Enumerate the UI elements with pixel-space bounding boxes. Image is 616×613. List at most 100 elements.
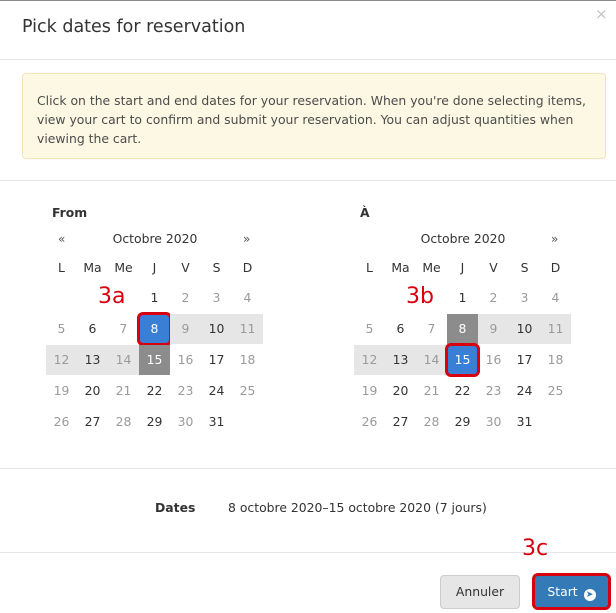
dates-value: 8 octobre 2020–15 octobre 2020 (7 jours) <box>228 500 487 515</box>
start-button[interactable]: Start ➤ <box>532 573 611 610</box>
weekday-header: L <box>366 260 373 275</box>
calendar-bottom-divider <box>0 468 616 469</box>
calendar-day[interactable]: 29 <box>447 407 478 437</box>
calendar-day[interactable]: 25 <box>540 376 571 406</box>
calendar-day[interactable]: 6 <box>385 314 416 344</box>
calendar-day[interactable]: 25 <box>232 376 263 406</box>
weekday-header: Me <box>422 260 441 275</box>
calendar-day[interactable]: 14 <box>416 345 447 375</box>
weekday-header: V <box>181 260 190 275</box>
calendar-day[interactable]: 5 <box>46 314 77 344</box>
next-month-icon[interactable]: » <box>243 232 250 246</box>
calendar-day[interactable]: 28 <box>108 407 139 437</box>
calendar-day[interactable]: 7 <box>416 314 447 344</box>
calendar-day[interactable]: 27 <box>385 407 416 437</box>
calendar-day[interactable]: 6 <box>77 314 108 344</box>
weekday-header: Me <box>114 260 133 275</box>
calendar-day[interactable]: 17 <box>201 345 232 375</box>
calendar-day[interactable]: 24 <box>509 376 540 406</box>
calendar-day[interactable]: 3 <box>201 283 232 313</box>
step-label-3c: 3c <box>522 536 549 561</box>
cancel-button[interactable]: Annuler <box>440 575 520 609</box>
calendar-day[interactable]: 2 <box>170 283 201 313</box>
next-month-icon[interactable]: » <box>551 232 558 246</box>
calendar-day[interactable]: 9 <box>478 314 509 344</box>
weekday-header: S <box>212 260 221 275</box>
calendar-day[interactable]: 14 <box>108 345 139 375</box>
calendar-day[interactable]: 19 <box>46 376 77 406</box>
calendar-day[interactable]: 20 <box>385 376 416 406</box>
calendar-day[interactable]: 23 <box>478 376 509 406</box>
info-alert: Click on the start and end dates for you… <box>22 73 606 159</box>
calendar-day[interactable]: 30 <box>478 407 509 437</box>
modal-title: Pick dates for reservation <box>22 17 246 37</box>
calendar-heading: From <box>52 205 88 220</box>
calendar-day[interactable]: 16 <box>478 345 509 375</box>
calendar-day[interactable]: 24 <box>201 376 232 406</box>
calendar-day[interactable]: 27 <box>77 407 108 437</box>
calendar-day[interactable]: 4 <box>540 283 571 313</box>
calendar-month: Octobre 2020 <box>112 231 198 246</box>
cancel-button-label: Annuler <box>455 584 505 599</box>
calendar-day[interactable]: 3 <box>509 283 540 313</box>
calendar-day[interactable]: 10 <box>201 314 232 344</box>
step-label-3a: 3a <box>98 284 126 309</box>
calendar-day[interactable]: 29 <box>139 407 170 437</box>
weekday-header: S <box>520 260 529 275</box>
calendar-day[interactable]: 19 <box>354 376 385 406</box>
calendar-day[interactable]: 9 <box>170 314 201 344</box>
calendar-day[interactable]: 4 <box>232 283 263 313</box>
dates-label: Dates <box>155 500 196 515</box>
weekday-header: D <box>550 260 561 275</box>
calendar-day[interactable]: 26 <box>46 407 77 437</box>
calendar-day[interactable]: 1 <box>139 283 170 313</box>
calendar-day[interactable]: 13 <box>385 345 416 375</box>
weekday-header: D <box>242 260 253 275</box>
calendar-day[interactable]: 15 <box>445 343 480 377</box>
calendar-day[interactable]: 10 <box>509 314 540 344</box>
calendar-day[interactable]: 15 <box>139 345 170 375</box>
calendar-day[interactable]: 12 <box>46 345 77 375</box>
calendar-day[interactable]: 11 <box>232 314 263 344</box>
calendar-day[interactable]: 26 <box>354 407 385 437</box>
calendar-day[interactable]: 28 <box>416 407 447 437</box>
calendar-day[interactable]: 12 <box>354 345 385 375</box>
calendar-day[interactable]: 7 <box>108 314 139 344</box>
calendar-day[interactable]: 16 <box>170 345 201 375</box>
calendar-heading: À <box>360 205 370 220</box>
calendar-day[interactable]: 8 <box>447 314 478 344</box>
arrow-circle-right-icon: ➤ <box>583 589 596 601</box>
prev-month-icon[interactable]: « <box>58 232 65 246</box>
info-text: Click on the start and end dates for you… <box>37 93 586 146</box>
calendar-day[interactable]: 5 <box>354 314 385 344</box>
calendar-day[interactable]: 22 <box>139 376 170 406</box>
calendar-day[interactable]: 8 <box>137 312 172 346</box>
calendar-day[interactable]: 31 <box>201 407 232 437</box>
calendar-day[interactable]: 18 <box>540 345 571 375</box>
calendar-top-divider <box>0 180 616 181</box>
calendar-day[interactable]: 30 <box>170 407 201 437</box>
calendar-day[interactable]: 2 <box>478 283 509 313</box>
calendar-day[interactable]: 22 <box>447 376 478 406</box>
calendar-day[interactable]: 11 <box>540 314 571 344</box>
calendar-day[interactable]: 23 <box>170 376 201 406</box>
weekday-header: J <box>460 260 465 275</box>
weekday-header: Ma <box>83 260 102 275</box>
weekday-header: L <box>58 260 65 275</box>
weekday-header: J <box>152 260 157 275</box>
calendar-day[interactable]: 1 <box>447 283 478 313</box>
calendar-day[interactable]: 18 <box>232 345 263 375</box>
calendar-day[interactable]: 21 <box>416 376 447 406</box>
calendar-day[interactable]: 20 <box>77 376 108 406</box>
calendar-month: Octobre 2020 <box>420 231 506 246</box>
close-icon[interactable]: × <box>595 7 608 22</box>
calendar-day[interactable]: 13 <box>77 345 108 375</box>
calendar-day[interactable]: 31 <box>509 407 540 437</box>
step-label-3b: 3b <box>406 284 434 309</box>
start-button-label: Start <box>547 584 578 599</box>
calendar-day[interactable]: 21 <box>108 376 139 406</box>
weekday-header: Ma <box>391 260 410 275</box>
weekday-header: V <box>489 260 498 275</box>
window-top-border <box>0 0 616 1</box>
calendar-day[interactable]: 17 <box>509 345 540 375</box>
